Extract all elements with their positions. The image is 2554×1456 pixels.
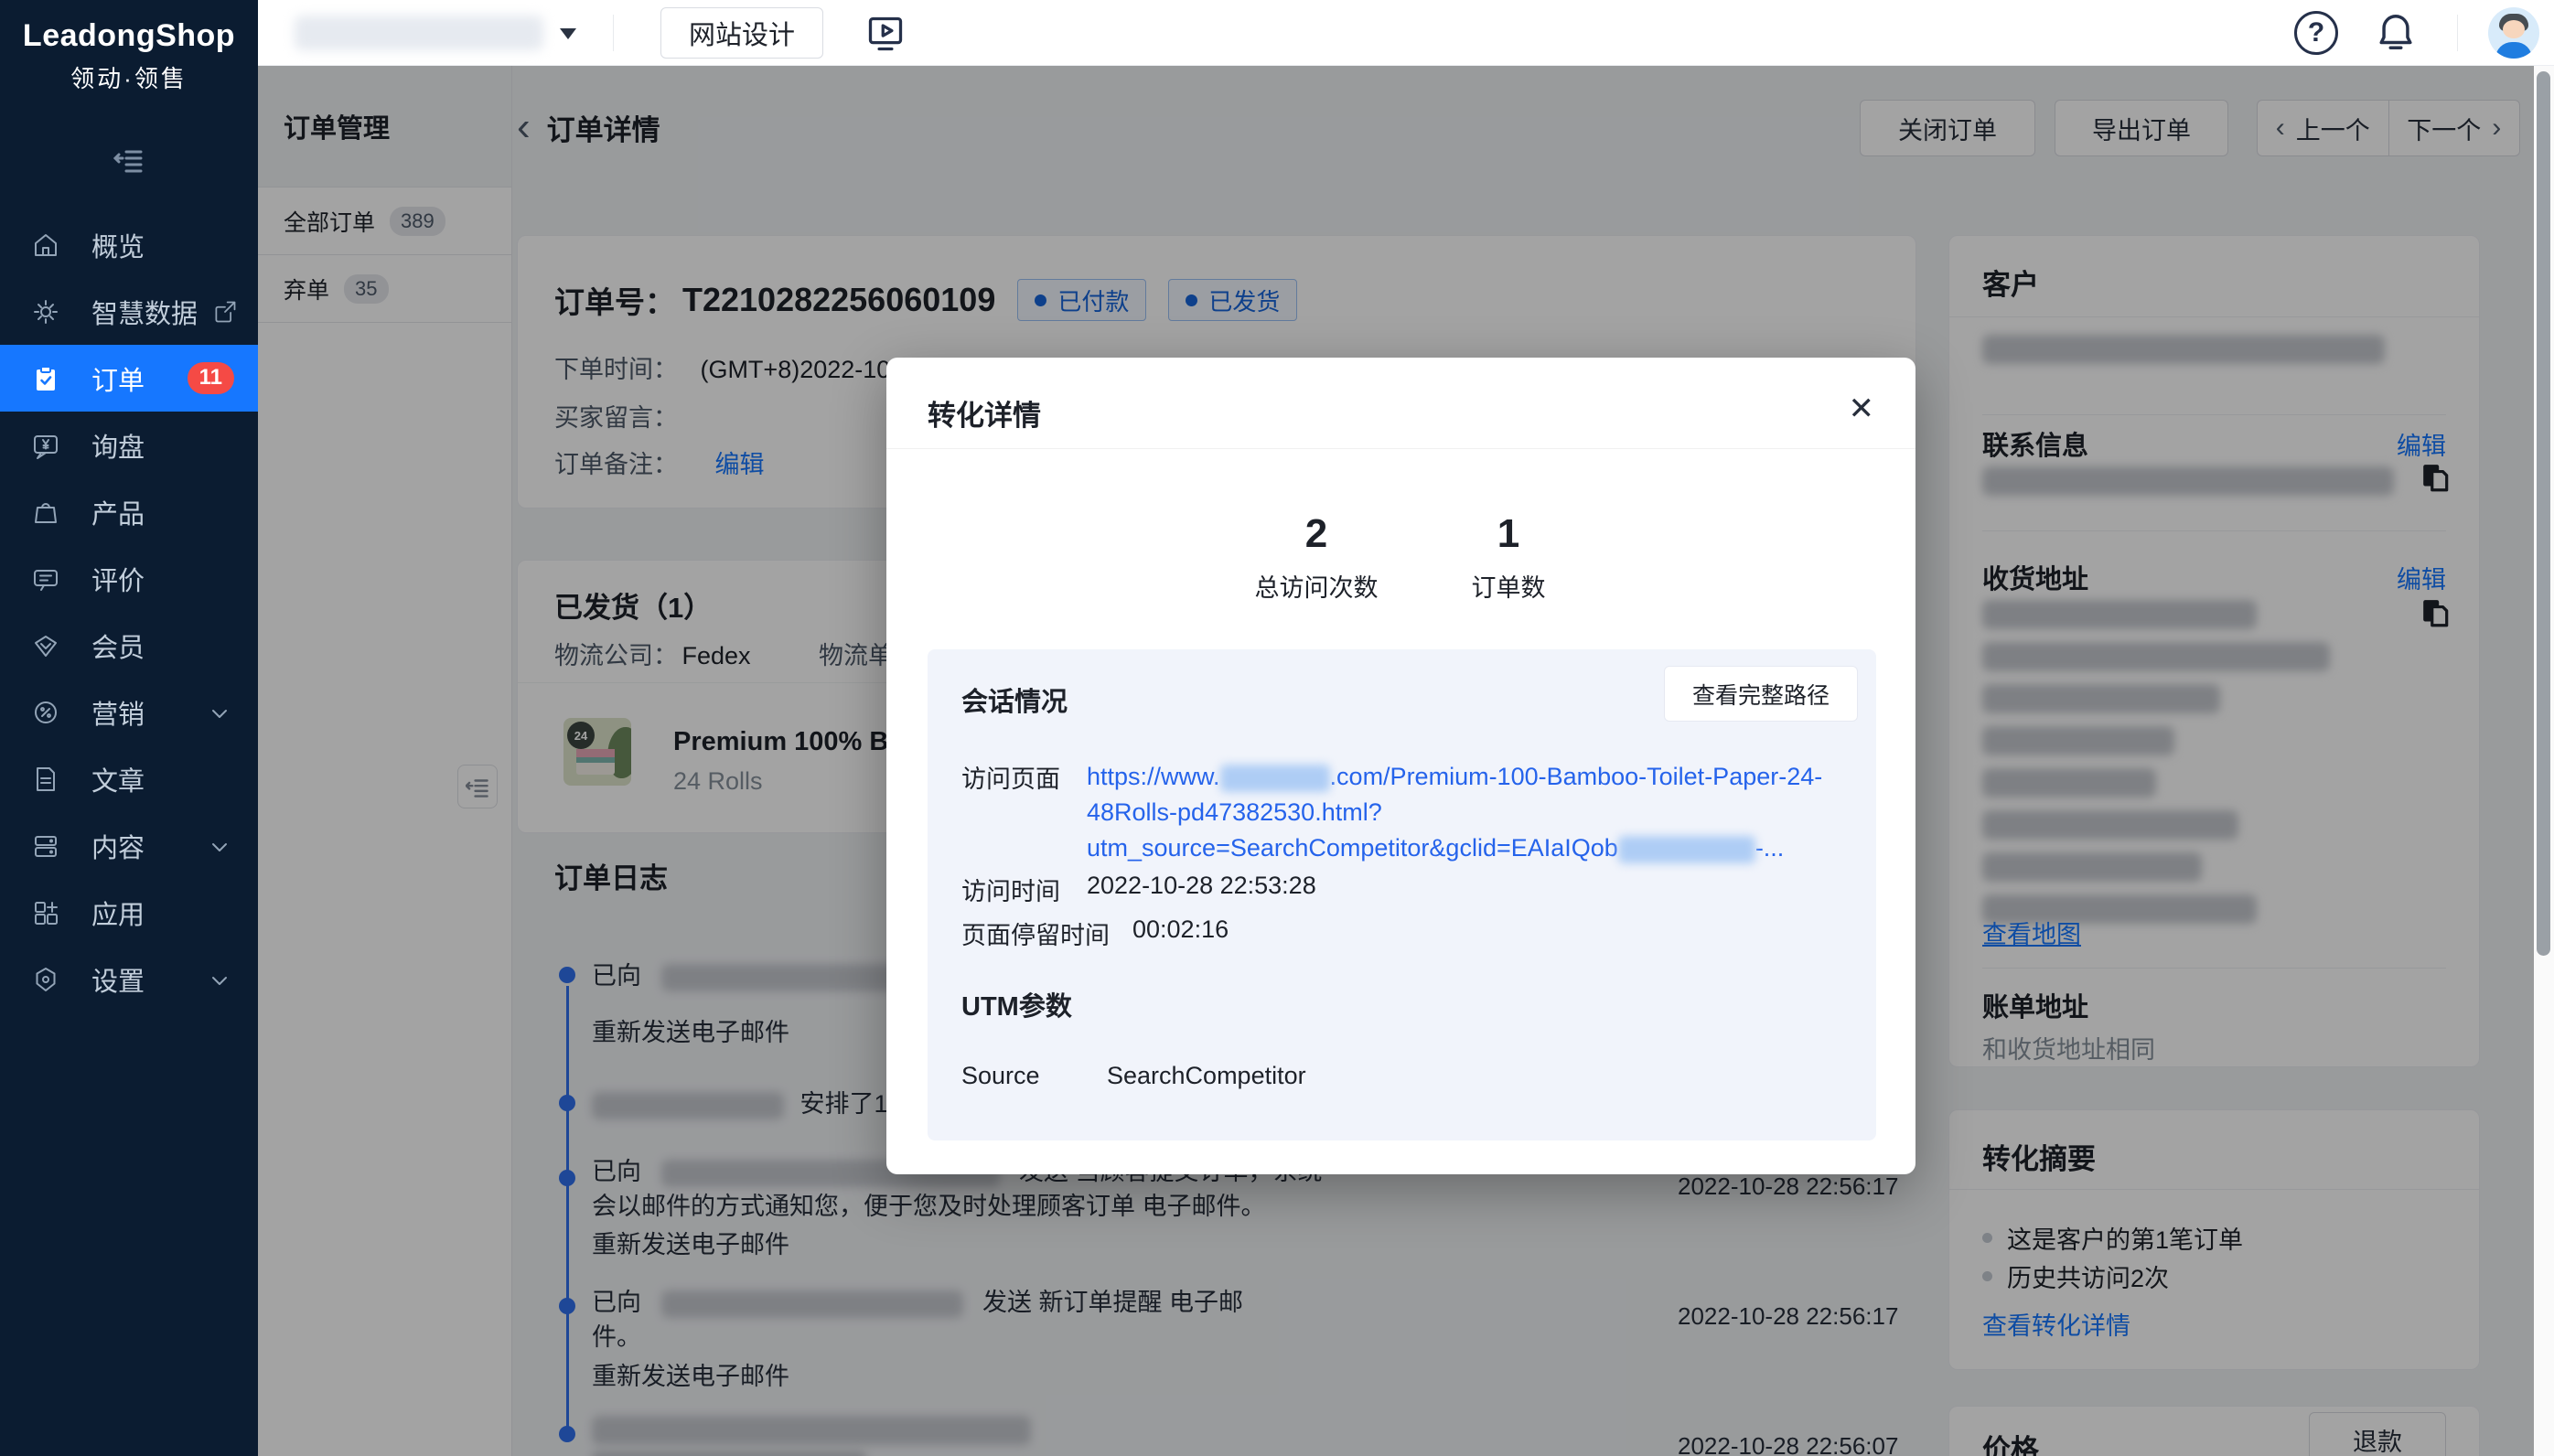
url-text: -... [1755,834,1785,862]
stat-label: 订单数 [1426,568,1591,604]
sidebar-item-articles[interactable]: 文章 [0,745,258,812]
url-text: utm_source=SearchCompetitor&gclid=EAIaIQ… [1087,834,1618,862]
diamond-icon [31,631,60,660]
sidebar-item-label: 询盘 [91,426,145,465]
grid-plus-icon [31,898,60,927]
sidebar-item-label: 营销 [91,693,145,732]
utm-source-key: Source [961,1062,1040,1090]
file-text-icon [31,765,60,794]
stay-time-value: 00:02:16 [1132,915,1229,944]
scrollbar-thumb[interactable] [2537,71,2550,956]
visit-time-value: 2022-10-28 22:53:28 [1087,872,1316,900]
caret-down-icon[interactable] [560,28,576,39]
session-panel: 会话情况 查看完整路径 访问页面 https://www. .com/Premiu… [928,649,1876,1140]
sidebar: LeadongShop 领动·领售 概览 智慧数据 订单 11 询盘 [0,0,258,1456]
sidebar-item-label: 概览 [91,226,145,264]
orders-count-badge: 11 [188,362,234,394]
stat-total-visits: 2 总访问次数 [1234,511,1399,604]
sidebar-item-products[interactable]: 产品 [0,478,258,545]
spark-icon [31,297,60,327]
sidebar-item-apps[interactable]: 应用 [0,879,258,946]
sidebar-item-marketing[interactable]: 营销 [0,679,258,745]
sidebar-item-members[interactable]: 会员 [0,612,258,679]
sidebar-item-inquiries[interactable]: 询盘 [0,412,258,478]
site-design-button[interactable]: 网站设计 [660,7,823,59]
divider [2457,15,2458,51]
sidebar-item-label: 文章 [91,760,145,798]
badge-percent-icon [31,698,60,727]
divider [886,448,1916,449]
avatar-face [2503,20,2525,38]
url-text: https://www. [1087,763,1220,790]
sidebar-item-content[interactable]: 内容 [0,812,258,879]
stat-value: 2 [1234,511,1399,557]
help-icon[interactable]: ? [2294,11,2338,55]
modal-title: 转化详情 [928,392,1041,434]
sidebar-item-label: 智慧数据 [91,293,198,331]
sidebar-item-reviews[interactable]: 评价 [0,545,258,612]
sidebar-item-settings[interactable]: 设置 [0,946,258,1012]
sidebar-item-label: 应用 [91,894,145,932]
logo-subtitle: 领动·领售 [0,60,258,94]
tutorial-video-icon[interactable] [865,14,906,54]
notifications-bell-icon[interactable] [2375,11,2417,53]
utm-params-title: UTM参数 [961,985,1072,1023]
avatar-body [2495,42,2532,59]
url-text: .com/Premium-100-Bamboo-Toilet-Paper-24- [1330,763,1823,790]
external-link-icon [212,299,238,325]
sidebar-item-label: 设置 [91,960,145,999]
close-icon[interactable]: ✕ [1849,391,1875,427]
home-icon [31,230,60,260]
sidebar-item-label: 订单 [91,359,145,398]
logo: LeadongShop [0,18,258,54]
stat-order-count: 1 订单数 [1426,511,1591,604]
rows-icon [31,831,60,861]
blurred-gclid [1618,836,1755,863]
stat-value: 1 [1426,511,1591,557]
app-root: 订单管理 全部订单 389 弃单 35 ‹ 订单详情 关闭订单 导出订单 ‹ 上… [0,0,2554,1456]
top-bar: 网站设计 ? [258,0,2554,66]
sidebar-item-overview[interactable]: 概览 [0,211,258,278]
session-title: 会话情况 [961,680,1068,719]
comment-icon [31,564,60,594]
visit-page-label: 访问页面 [961,759,1060,795]
page-scrollbar [2534,66,2554,1456]
conversion-detail-modal: 转化详情 ✕ 2 总访问次数 1 订单数 会话情况 查看完整路径 访问页面 ht… [886,358,1916,1174]
sidebar-item-label: 产品 [91,493,145,531]
chevron-down-icon [209,701,231,723]
sidebar-collapse-icon[interactable] [0,145,258,180]
divider [613,15,614,51]
sidebar-item-label: 内容 [91,827,145,865]
sidebar-item-orders[interactable]: 订单 11 [0,345,258,412]
view-full-path-button[interactable]: 查看完整路径 [1664,666,1858,722]
blurred-site-selector[interactable] [295,16,543,50]
stay-time-label: 页面停留时间 [961,915,1110,951]
gear-icon [31,965,60,994]
sidebar-item-smart-data[interactable]: 智慧数据 [0,278,258,345]
sidebar-menu: 概览 智慧数据 订单 11 询盘 产品 评价 [0,211,258,1012]
blurred-domain [1220,765,1330,792]
clipboard-check-icon [31,364,60,393]
chat-yen-icon [31,431,60,460]
user-avatar[interactable] [2488,7,2539,59]
sidebar-item-label: 评价 [91,560,145,598]
url-text: 48Rolls-pd47382530.html? [1087,795,1828,830]
chevron-down-icon [209,835,231,857]
chevron-down-icon [209,969,231,990]
stat-label: 总访问次数 [1234,568,1399,604]
utm-source-value: SearchCompetitor [1107,1062,1306,1090]
visit-time-label: 访问时间 [961,872,1060,907]
shopping-bag-icon [31,498,60,527]
visit-page-url[interactable]: https://www. .com/Premium-100-Bamboo-Toil… [1087,759,1828,866]
sidebar-item-label: 会员 [91,626,145,665]
